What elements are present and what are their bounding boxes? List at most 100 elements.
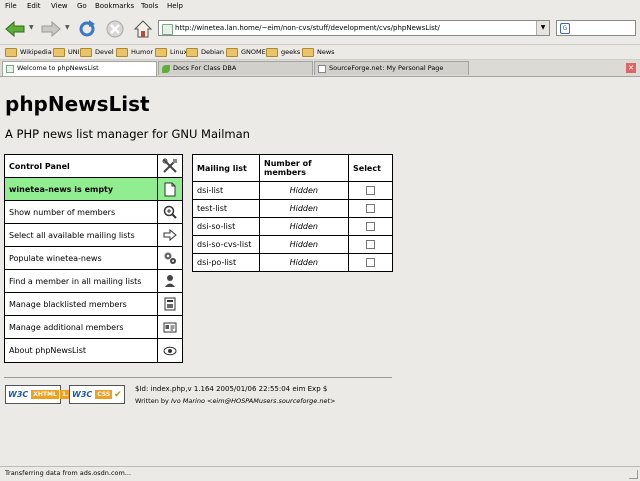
cp-populate[interactable]: Populate winetea-news [5,247,182,270]
address-bar[interactable]: ▼ [158,20,550,36]
reload-button[interactable] [76,18,98,40]
arrow-right-icon [157,224,182,246]
select-checkbox[interactable] [366,204,375,213]
url-input[interactable] [175,22,531,34]
tab-bar: Welcome to phpNewsList Docs For Class DB… [0,60,640,77]
table-row: dsi-list Hidden [192,181,393,200]
menu-help[interactable]: Help [167,2,183,10]
select-checkbox[interactable] [366,258,375,267]
menu-file[interactable]: File [5,2,17,10]
bookmark-devel[interactable]: Devel [80,47,114,57]
user-icon [157,270,182,292]
folder-icon [226,47,238,57]
select-cell [348,253,393,272]
list-name: dsi-po-list [192,253,260,272]
list-name: dsi-so-cvs-list [192,235,260,254]
folder-icon [302,47,314,57]
status-bar: Transferring data from ads.osdn.com... [0,466,640,481]
magnifier-icon [157,201,182,223]
xhtml-valid-badge[interactable]: W3C XHTML 1.1 [5,385,75,404]
home-button[interactable] [132,18,154,40]
bookmark-linux[interactable]: Linux [155,47,188,57]
menu-go[interactable]: Go [77,2,87,10]
cp-additional[interactable]: Manage additional members [5,316,182,339]
page-subtitle: A PHP news list manager for GNU Mailman [5,127,250,141]
select-checkbox[interactable] [366,222,375,231]
forward-arrow-icon [41,21,61,37]
navigation-toolbar: ▼ ▼ ▼ G [0,13,640,45]
tab-welcome[interactable]: Welcome to phpNewsList [2,61,157,76]
control-panel-header: Control Panel [5,155,182,178]
list-status-row[interactable]: winetea-news is empty [5,178,182,201]
menu-edit[interactable]: Edit [27,2,41,10]
back-dropdown-icon[interactable]: ▼ [29,24,34,31]
bookmark-news[interactable]: News [302,47,335,57]
table-row: dsi-so-list Hidden [192,217,393,236]
back-arrow-icon [5,21,25,37]
author-link[interactable]: Ivo Marino <eim@HOSPAMusers.sourceforge.… [171,397,336,405]
col-number-members: Number of members [259,154,349,182]
bookmarks-toolbar: Wikipedia UNI Devel Humor Linux Debian G… [0,45,640,60]
members-count: Hidden [259,217,349,236]
select-cell [348,199,393,218]
select-checkbox[interactable] [366,240,375,249]
forward-dropdown-icon[interactable]: ▼ [65,24,70,31]
bookmark-humor[interactable]: Humor [116,47,153,57]
close-tab-icon[interactable]: ✕ [626,63,636,73]
table-row: dsi-so-cvs-list Hidden [192,235,393,254]
menu-bar: File Edit View Go Bookmarks Tools Help [0,0,640,13]
footer-divider [4,377,392,378]
folder-icon [5,47,17,57]
tab-docs[interactable]: Docs For Class DBA [158,61,313,75]
table-row: dsi-po-list Hidden [192,253,393,272]
back-button[interactable] [4,18,26,40]
select-cell [348,217,393,236]
cvs-id: $Id: index.php,v 1.164 2005/01/06 22:55:… [135,385,328,393]
members-count: Hidden [259,181,349,200]
menu-bookmarks[interactable]: Bookmarks [95,2,134,10]
table-header-row: Mailing list Number of members Select [192,154,393,182]
col-select: Select [348,154,393,182]
eye-icon [157,339,182,362]
list-name: dsi-so-list [192,217,260,236]
cp-find-member[interactable]: Find a member in all mailing lists [5,270,182,293]
members-count: Hidden [259,235,349,254]
cp-select-all[interactable]: Select all available mailing lists [5,224,182,247]
url-dropdown-icon[interactable]: ▼ [536,21,549,35]
resize-grip-icon[interactable] [629,470,638,479]
col-mailing-list: Mailing list [192,154,260,182]
bookmark-debian[interactable]: Debian [186,47,224,57]
select-cell [348,235,393,254]
folder-icon [186,47,198,57]
page-favicon-icon [162,24,173,35]
menu-view[interactable]: View [51,2,68,10]
list-name: dsi-list [192,181,260,200]
cp-show-members[interactable]: Show number of members [5,201,182,224]
list-name: test-list [192,199,260,218]
cp-about[interactable]: About phpNewsList [5,339,182,362]
folder-icon [80,47,92,57]
select-checkbox[interactable] [366,186,375,195]
search-box[interactable]: G [556,20,636,36]
bookmark-gnome[interactable]: GNOME [226,47,266,57]
stop-button[interactable] [104,18,126,40]
folder-icon [53,47,65,57]
reload-icon [79,20,95,37]
select-cell [348,181,393,200]
page-content: phpNewsList A PHP news list manager for … [0,77,640,466]
page-icon [318,65,326,73]
bookmark-uni[interactable]: UNI [53,47,80,57]
menu-tools[interactable]: Tools [141,2,158,10]
cp-blacklisted[interactable]: Manage blacklisted members [5,293,182,316]
css-valid-badge[interactable]: W3C CSS ✔ [69,385,125,404]
leaf-icon [162,65,170,73]
tools-icon [157,155,182,177]
folder-icon [155,47,167,57]
members-count: Hidden [259,199,349,218]
bookmark-wikipedia[interactable]: Wikipedia [5,47,52,57]
forward-button[interactable] [40,18,62,40]
bookmark-geeks[interactable]: geeks [266,47,300,57]
id-card-icon [157,316,182,338]
tab-sourceforge[interactable]: SourceForge.net: My Personal Page [314,61,469,75]
home-icon [134,20,152,38]
